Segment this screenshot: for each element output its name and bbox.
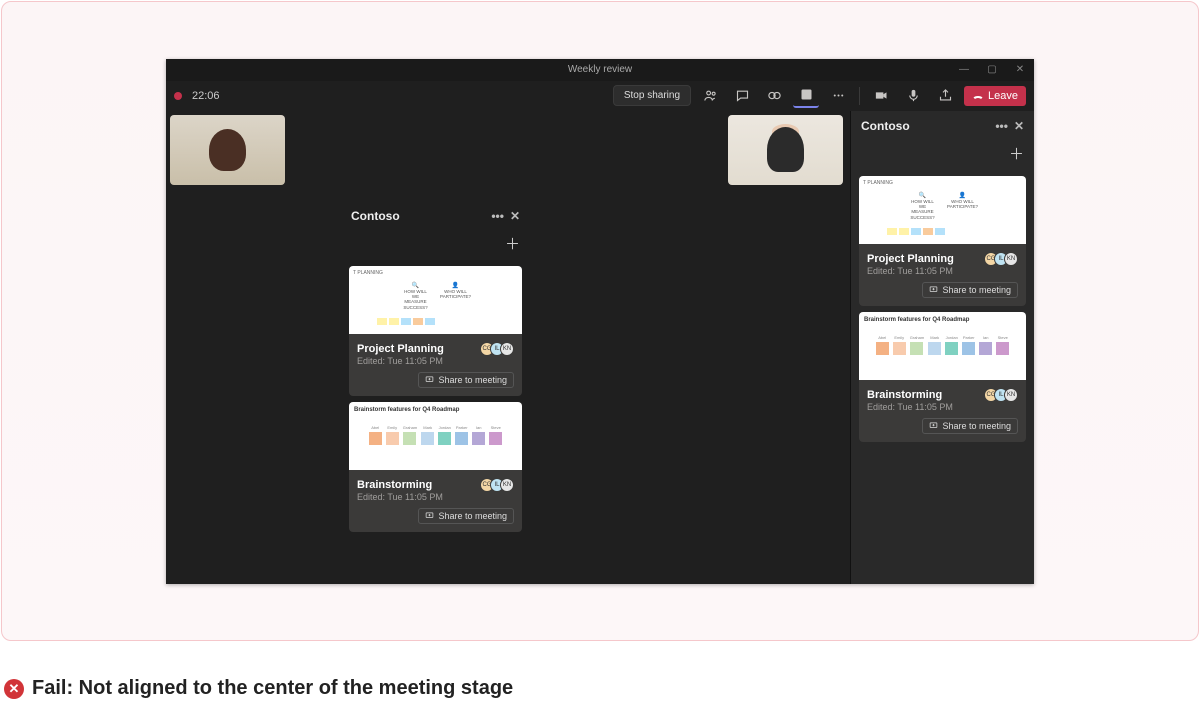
presence-avatars: CGILKN [484,342,514,356]
share-to-meeting-button[interactable]: Share to meeting [922,418,1018,434]
sidepanel-header: Contoso ••• ✕ [851,111,1034,141]
phone-hangup-icon [972,90,984,102]
toolbar-divider [859,87,860,105]
window-buttons: — ▢ ✕ [950,59,1034,81]
fail-icon: ✕ [4,679,24,699]
teams-window: Weekly review — ▢ ✕ 22:06 Stop sharing [166,59,1034,584]
recording-indicator-icon [174,92,182,100]
card-edited: Edited: Tue 11:05 PM [867,402,1018,412]
caption-text: Fail: Not aligned to the center of the m… [32,677,513,700]
sidepanel-add-button[interactable]: ＋ [1009,143,1024,164]
add-button[interactable]: ＋ [505,233,520,254]
app-icon[interactable] [793,84,819,108]
board-card[interactable]: T PLANNING🔍HOW WILL WE MEASURE SUCCESS?👤… [859,176,1026,306]
example-frame: Weekly review — ▢ ✕ 22:06 Stop sharing [1,1,1199,641]
window-minimize-button[interactable]: — [950,59,978,81]
stop-sharing-button[interactable]: Stop sharing [613,85,691,106]
share-to-meeting-button[interactable]: Share to meeting [418,508,514,524]
card-footer: Project Planning CGILKNEdited: Tue 11:05 … [349,334,522,396]
card-footer: Brainstorming CGILKNEdited: Tue 11:05 PM S… [859,380,1026,442]
presence-avatars: CGILKN [988,388,1018,402]
card-list: T PLANNING🔍HOW WILL WE MEASURE SUCCESS?👤… [341,266,530,532]
window-title: Weekly review [568,64,632,75]
card-thumbnail: T PLANNING🔍HOW WILL WE MEASURE SUCCESS?👤… [349,266,522,334]
share-to-meeting-button[interactable]: Share to meeting [922,282,1018,298]
board-card[interactable]: Brainstorm features for Q4 RoadmapAbelEm… [349,402,522,532]
card-footer: Project Planning CGILKNEdited: Tue 11:05 … [859,244,1026,306]
panel-more-icon[interactable]: ••• [491,209,504,223]
meeting-stage: Contoso ••• ✕ ＋ T PLANNING🔍HOW WILL WE M… [166,111,1034,584]
window-titlebar: Weekly review — ▢ ✕ [166,59,1034,81]
sidepanel-close-icon[interactable]: ✕ [1014,119,1024,133]
share-tray-icon[interactable] [932,84,958,108]
presence-avatars: CGILKN [988,252,1018,266]
card-edited: Edited: Tue 11:05 PM [357,356,514,366]
meeting-timer: 22:06 [192,90,220,102]
leave-label: Leave [988,90,1018,102]
shared-app-panel-floating: Contoso ••• ✕ ＋ T PLANNING🔍HOW WILL WE M… [341,201,530,538]
caption-row: ✕ Fail: Not aligned to the center of the… [0,663,517,714]
card-thumbnail: Brainstorm features for Q4 RoadmapAbelEm… [859,312,1026,380]
card-title: Brainstorming [357,479,432,491]
board-card[interactable]: T PLANNING🔍HOW WILL WE MEASURE SUCCESS?👤… [349,266,522,396]
sidepanel-more-icon[interactable]: ••• [995,119,1008,133]
participant-video-1[interactable] [170,115,285,185]
window-maximize-button[interactable]: ▢ [978,59,1006,81]
card-footer: Brainstorming CGILKNEdited: Tue 11:05 PM S… [349,470,522,532]
card-thumbnail: T PLANNING🔍HOW WILL WE MEASURE SUCCESS?👤… [859,176,1026,244]
card-title: Project Planning [357,343,444,355]
panel-close-icon[interactable]: ✕ [510,209,520,223]
panel-title: Contoso [351,209,400,223]
sidepanel-card-list: T PLANNING🔍HOW WILL WE MEASURE SUCCESS?👤… [851,176,1034,442]
mic-icon[interactable] [900,84,926,108]
camera-icon[interactable] [868,84,894,108]
sidepanel-title: Contoso [861,119,910,133]
card-title: Project Planning [867,253,954,265]
card-edited: Edited: Tue 11:05 PM [867,266,1018,276]
panel-header: Contoso ••• ✕ [341,201,530,231]
window-close-button[interactable]: ✕ [1006,59,1034,81]
chat-icon[interactable] [729,84,755,108]
card-thumbnail: Brainstorm features for Q4 RoadmapAbelEm… [349,402,522,470]
card-edited: Edited: Tue 11:05 PM [357,492,514,502]
people-icon[interactable] [697,84,723,108]
participant-video-2[interactable] [728,115,843,185]
presence-avatars: CGILKN [484,478,514,492]
more-icon[interactable] [825,84,851,108]
board-card[interactable]: Brainstorm features for Q4 RoadmapAbelEm… [859,312,1026,442]
share-to-meeting-button[interactable]: Share to meeting [418,372,514,388]
side-panel: Contoso ••• ✕ ＋ T PLANNING🔍HOW WILL WE M… [850,111,1034,584]
meeting-toolbar: 22:06 Stop sharing Leave [166,81,1034,111]
card-title: Brainstorming [867,389,942,401]
reactions-icon[interactable] [761,84,787,108]
leave-button[interactable]: Leave [964,86,1026,106]
